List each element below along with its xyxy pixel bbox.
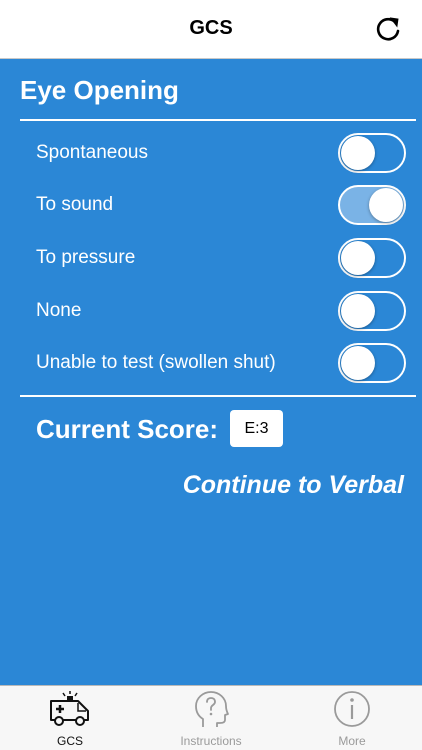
- refresh-button[interactable]: [372, 13, 404, 45]
- option-label: None: [36, 300, 82, 321]
- tab-label: GCS: [56, 734, 83, 748]
- tab-more[interactable]: More: [282, 686, 422, 750]
- divider-bottom: [20, 395, 416, 397]
- tab-label: More: [338, 734, 366, 748]
- current-score-label: Current Score:: [36, 414, 219, 444]
- refresh-icon: [376, 17, 400, 41]
- toggle-unable-to-test[interactable]: [338, 343, 406, 383]
- tab-instructions[interactable]: Instructions: [141, 686, 281, 750]
- option-row-to-sound: To sound: [36, 183, 406, 227]
- toggle-knob: [341, 294, 375, 328]
- continue-to-verbal-button[interactable]: Continue to Verbal: [183, 471, 404, 500]
- section-title: Eye Opening: [20, 75, 179, 105]
- toggle-knob: [341, 346, 375, 380]
- toggle-to-sound[interactable]: [338, 185, 406, 225]
- option-row-spontaneous: Spontaneous: [36, 131, 406, 175]
- head-question-icon: [195, 691, 229, 727]
- option-row-none: None: [36, 289, 406, 333]
- tab-bar: GCS Instructions More: [0, 685, 422, 750]
- toggle-none[interactable]: [338, 291, 406, 331]
- option-label: Unable to test (swollen shut): [36, 352, 276, 373]
- option-label: Spontaneous: [36, 142, 148, 163]
- main-content: Eye Opening Spontaneous To sound To pres…: [0, 59, 422, 685]
- option-label: To sound: [36, 194, 114, 215]
- tab-gcs[interactable]: GCS: [0, 686, 140, 750]
- option-label: To pressure: [36, 247, 136, 268]
- option-row-unable-to-test: Unable to test (swollen shut): [36, 341, 406, 385]
- page-title: GCS: [189, 17, 233, 39]
- divider-top: [20, 119, 416, 121]
- toggle-knob: [341, 241, 375, 275]
- score-badge: E:3: [230, 410, 283, 447]
- toggle-to-pressure[interactable]: [338, 238, 406, 278]
- toggle-knob: [341, 136, 375, 170]
- option-row-to-pressure: To pressure: [36, 236, 406, 280]
- toggle-spontaneous[interactable]: [338, 133, 406, 173]
- navigation-bar: GCS: [0, 0, 422, 59]
- info-icon: [334, 691, 370, 727]
- ambulance-icon: [50, 691, 89, 726]
- tab-label: Instructions: [180, 734, 242, 748]
- toggle-knob: [369, 188, 403, 222]
